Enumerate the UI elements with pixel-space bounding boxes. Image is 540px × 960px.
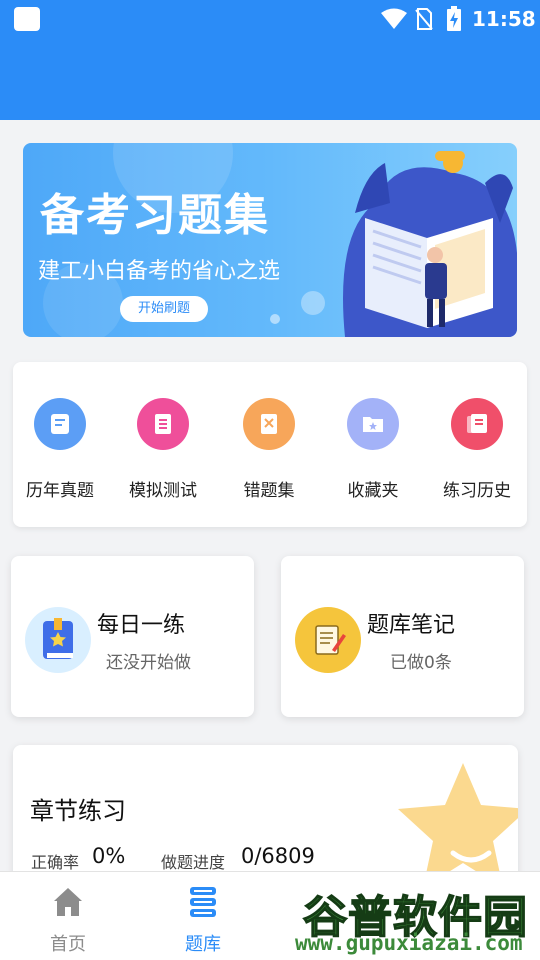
battery-charging-icon [447, 6, 461, 31]
exam-paper-icon [34, 398, 86, 450]
home-icon [54, 888, 82, 916]
banner-subtitle: 建工小白备考的省心之选 [38, 259, 281, 284]
menu-item-past-exams[interactable]: 历年真题 [10, 398, 110, 501]
nav-tab-question-bank[interactable]: 题库 [163, 884, 243, 956]
question-notes-count: 已做0条 [390, 653, 452, 673]
menu-label: 历年真题 [26, 481, 94, 501]
quick-menu-card: 历年真题 模拟测试 错题集 收藏夹 练习历史 [13, 362, 527, 527]
menu-label: 练习历史 [443, 481, 511, 501]
promo-banner[interactable]: 备考习题集 建工小白备考的省心之选 开始刷题 [23, 143, 517, 337]
accuracy-value: 0% [92, 844, 126, 868]
top-header: 11:58 [0, 0, 540, 120]
daily-practice-title: 每日一练 [97, 613, 186, 638]
nav-tab-home[interactable]: 首页 [28, 884, 108, 956]
chapter-practice-card[interactable]: 章节练习 正确率 0% 做题进度 0/6809 [13, 745, 518, 885]
menu-item-mock-test[interactable]: 模拟测试 [113, 398, 213, 501]
question-notes-title: 题库笔记 [367, 613, 456, 638]
progress-label: 做题进度 [161, 853, 226, 872]
nav-label-question-bank: 题库 [185, 934, 221, 955]
wrong-book-icon [243, 398, 295, 450]
question-bank-icon [190, 887, 216, 917]
app-notification-icon [14, 7, 40, 31]
daily-practice-card[interactable]: 每日一练 还没开始做 [11, 556, 254, 717]
nav-label-home: 首页 [50, 934, 86, 955]
banner-title: 备考习题集 [40, 190, 270, 241]
document-list-icon [137, 398, 189, 450]
notes-pencil-icon [295, 607, 361, 673]
watermark-url: www.gupuxiazai.com [295, 931, 523, 955]
daily-practice-status: 还没开始做 [106, 653, 191, 673]
menu-label: 收藏夹 [347, 481, 399, 501]
star-mascot-icon [398, 763, 518, 885]
menu-item-wrong-questions[interactable]: 错题集 [219, 398, 319, 501]
question-notes-card[interactable]: 题库笔记 已做0条 [281, 556, 524, 717]
menu-item-practice-history[interactable]: 练习历史 [427, 398, 527, 501]
wifi-icon [381, 8, 407, 29]
menu-item-favorites[interactable]: 收藏夹 [323, 398, 423, 501]
open-book-illustration [343, 151, 517, 337]
site-watermark: 谷普软件园 www.gupuxiazai.com [295, 879, 540, 960]
progress-value: 0/6809 [241, 844, 315, 868]
no-sim-icon [415, 8, 433, 30]
menu-label: 模拟测试 [129, 481, 197, 501]
menu-label: 错题集 [243, 481, 295, 501]
start-practice-button[interactable]: 开始刷题 [120, 296, 208, 322]
status-bar: 11:58 [0, 0, 540, 38]
status-time: 11:58 [472, 7, 536, 31]
history-stack-icon [451, 398, 503, 450]
star-folder-icon [347, 398, 399, 450]
accuracy-label: 正确率 [31, 853, 80, 872]
chapter-practice-title: 章节练习 [30, 797, 126, 825]
daily-book-icon [25, 607, 91, 673]
